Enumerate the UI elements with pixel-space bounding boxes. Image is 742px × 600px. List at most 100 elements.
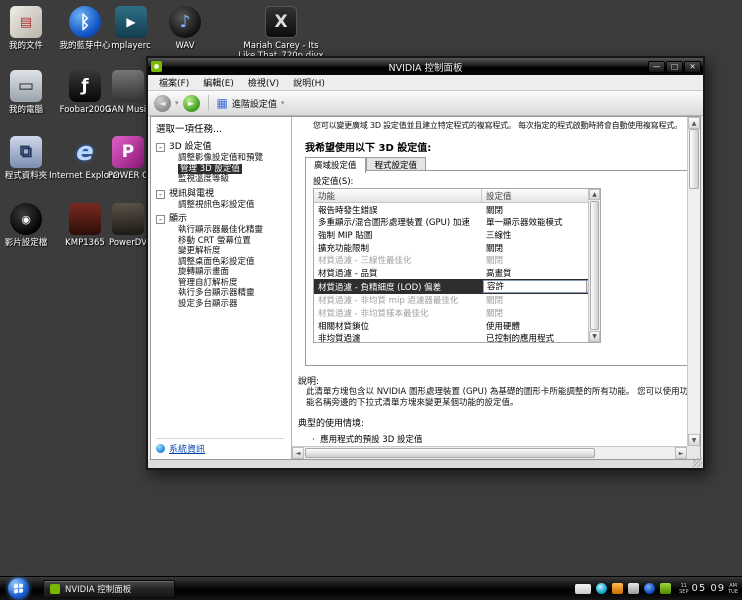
table-row[interactable]: 強制 MIP 貼圖 三線性 bbox=[314, 228, 600, 241]
system-info-link[interactable]: 系統資訊 bbox=[169, 442, 205, 455]
combobox-value: 容許 bbox=[487, 282, 505, 293]
table-row[interactable]: 擴充功能限制 關閉 bbox=[314, 241, 600, 254]
bullet: · bbox=[312, 435, 315, 445]
clock-month: SEP bbox=[679, 588, 689, 595]
content-horizontal-scrollbar[interactable]: ◄ ► bbox=[292, 446, 687, 459]
menu-file[interactable]: 檔案(F) bbox=[152, 76, 196, 89]
my-documents-icon: ▤ bbox=[10, 6, 42, 38]
back-button[interactable]: ◄ bbox=[154, 94, 171, 112]
forward-button[interactable]: ► bbox=[182, 94, 200, 112]
desktop-icon-label: POWER C bbox=[107, 171, 149, 181]
minimize-button[interactable]: — bbox=[648, 60, 665, 73]
task-item-custom-resolution[interactable]: 管理自訂解析度 bbox=[178, 278, 291, 289]
table-scrollbar[interactable]: ▲ ▼ bbox=[588, 189, 600, 342]
desktop-icon-wav[interactable]: ♪ WAV bbox=[153, 6, 217, 51]
task-group-3d[interactable]: - 3D 設定值 bbox=[156, 142, 291, 153]
collapse-icon[interactable]: - bbox=[156, 215, 165, 224]
task-item-change-resolution[interactable]: 變更解析度 bbox=[178, 246, 291, 257]
setting-value[interactable]: 三線性 bbox=[482, 228, 600, 241]
task-group-video-tv[interactable]: - 視訊與電視 bbox=[156, 189, 291, 200]
taskbar-button-nvidia[interactable]: NVIDIA 控制面板 bbox=[43, 579, 175, 598]
close-button[interactable]: ✕ bbox=[684, 60, 701, 73]
scroll-left-icon[interactable]: ◄ bbox=[292, 447, 304, 459]
task-item-move-crt[interactable]: 移動 CRT 螢幕位置 bbox=[178, 236, 291, 247]
setting-value: 關閉 bbox=[486, 296, 504, 307]
maximize-button[interactable]: □ bbox=[666, 60, 683, 73]
table-row[interactable]: 非均質過濾 已控制的應用程式 bbox=[314, 331, 600, 344]
table-row[interactable]: 材質過濾 - 品質 高畫質 bbox=[314, 266, 600, 279]
task-item-desktop-color[interactable]: 調整桌面色彩設定值 bbox=[178, 257, 291, 268]
history-caret-icon[interactable]: ▾ bbox=[175, 99, 179, 107]
collapse-icon[interactable]: - bbox=[156, 189, 165, 199]
media-player-icon: ▶ bbox=[115, 6, 147, 38]
powerdvd-icon bbox=[112, 203, 144, 235]
language-bar-icon[interactable] bbox=[575, 583, 592, 594]
setting-value[interactable]: 高畫質 bbox=[482, 266, 600, 279]
table-row[interactable]: 多重顯示/混合圖形處理裝置 (GPU) 加速 單一顯示器效能模式 bbox=[314, 215, 600, 228]
chevron-down-icon[interactable]: ▾ bbox=[281, 99, 285, 107]
setting-value[interactable]: 關閉 bbox=[482, 203, 600, 216]
video-file-icon: X bbox=[265, 6, 297, 38]
task-item-rotate-display[interactable]: 旋轉顯示畫面 bbox=[178, 267, 291, 278]
setting-value[interactable]: 使用硬體 bbox=[482, 319, 600, 332]
scroll-down-icon[interactable]: ▼ bbox=[589, 331, 600, 342]
nvidia-tray-icon[interactable] bbox=[660, 583, 672, 594]
power-cinema-icon: P bbox=[112, 136, 144, 168]
table-header: 功能 設定值 bbox=[314, 189, 600, 203]
description-text: 此清單方塊包含以 NVIDIA 圖形處理裝置 (GPU) 為基礎的圖形卡所能調整… bbox=[306, 387, 689, 409]
bluetooth-tray-icon[interactable] bbox=[644, 583, 656, 594]
advanced-settings-dropdown[interactable]: 進階設定值 bbox=[232, 97, 277, 110]
task-item-multi-display-wizard[interactable]: 執行多台顯示器精靈 bbox=[178, 288, 291, 299]
setting-value[interactable]: 已控制的應用程式 bbox=[482, 331, 600, 344]
content-vertical-scrollbar[interactable]: ▲ ▼ bbox=[687, 117, 700, 446]
task-group-display[interactable]: - 顯示 bbox=[156, 214, 291, 225]
table-row[interactable]: 相關材質鎖位 使用硬體 bbox=[314, 319, 600, 332]
menu-bar: 檔案(F) 編輯(E) 檢視(V) 說明(H) bbox=[148, 75, 703, 91]
task-item-setup-multi-display[interactable]: 設定多台顯示器 bbox=[178, 299, 291, 310]
title-bar[interactable]: NVIDIA 控制面板 — □ ✕ bbox=[148, 58, 703, 75]
task-pane: 選取一項任務... - 3D 設定值 調整影像設定值和預覽 管理 3D 設定值 … bbox=[151, 117, 292, 459]
scrollbar-thumb[interactable] bbox=[305, 448, 595, 458]
task-item-monitor-temperature[interactable]: 監視溫度等級 bbox=[178, 174, 291, 185]
resize-grip[interactable] bbox=[693, 458, 702, 467]
tab-global-settings[interactable]: 廣域設定值 bbox=[305, 157, 366, 173]
task-item-video-color[interactable]: 調整視訊色彩設定值 bbox=[178, 200, 291, 211]
menu-help[interactable]: 說明(H) bbox=[286, 76, 332, 89]
setting-feature: 非均質過濾 bbox=[318, 334, 361, 345]
table-row[interactable]: 報告時發生錯誤 關閉 bbox=[314, 203, 600, 216]
scroll-up-icon[interactable]: ▲ bbox=[688, 117, 700, 129]
menu-edit[interactable]: 編輯(E) bbox=[196, 76, 241, 89]
table-row-disabled: 材質過濾 - 非均質 mip 過濾器最佳化 關閉 bbox=[314, 294, 600, 307]
task-item-display-wizard[interactable]: 執行顯示器最佳化精靈 bbox=[178, 225, 291, 236]
lod-bias-combobox[interactable]: 容許 ▼ bbox=[483, 279, 599, 293]
tray-app-icon[interactable] bbox=[596, 583, 608, 594]
task-item-adjust-image[interactable]: 調整影像設定值和預覽 bbox=[178, 153, 291, 164]
scrollbar-thumb[interactable] bbox=[689, 129, 699, 189]
desktop-icon-divx-file[interactable]: X Mariah Carey - Its Like That_720p.divx bbox=[238, 6, 324, 61]
setting-value[interactable]: 關閉 bbox=[482, 241, 600, 254]
taskbar-clock[interactable]: 11 SEP 05 09 AM TUE bbox=[679, 583, 738, 595]
scroll-up-icon[interactable]: ▲ bbox=[589, 189, 600, 200]
scrollbar-thumb[interactable] bbox=[590, 201, 599, 330]
collapse-icon[interactable]: - bbox=[156, 143, 165, 152]
column-setting[interactable]: 設定值 bbox=[482, 189, 600, 202]
table-row-selected[interactable]: 材質過濾 - 負精細度 (LOD) 偏差 容許 ▼ bbox=[314, 278, 600, 294]
my-computer-icon: ▭ bbox=[10, 70, 42, 102]
window-bottom-frame bbox=[148, 458, 703, 468]
column-feature[interactable]: 功能 bbox=[314, 189, 482, 202]
start-button[interactable] bbox=[8, 578, 29, 599]
scroll-right-icon[interactable]: ► bbox=[675, 447, 687, 459]
usage-item-text: 應用程式的預設 3D 設定值 bbox=[320, 435, 423, 445]
bluetooth-icon: ᛒ bbox=[69, 6, 101, 38]
setting-value[interactable]: 單一顯示器效能模式 bbox=[482, 215, 600, 228]
volume-icon[interactable] bbox=[628, 583, 640, 594]
task-group-label: 視訊與電視 bbox=[169, 188, 215, 199]
setting-feature: 材質過濾 - 品質 bbox=[318, 268, 378, 279]
scroll-down-icon[interactable]: ▼ bbox=[688, 434, 700, 446]
desktop-icon-label: 程式資料夾 bbox=[4, 171, 48, 181]
description-title: 說明: bbox=[298, 377, 320, 387]
tray-app-icon[interactable] bbox=[612, 583, 624, 594]
task-item-manage-3d-settings[interactable]: 管理 3D 設定值 bbox=[178, 163, 242, 174]
menu-view[interactable]: 檢視(V) bbox=[241, 76, 286, 89]
video-profile-icon: ◉ bbox=[10, 203, 42, 235]
